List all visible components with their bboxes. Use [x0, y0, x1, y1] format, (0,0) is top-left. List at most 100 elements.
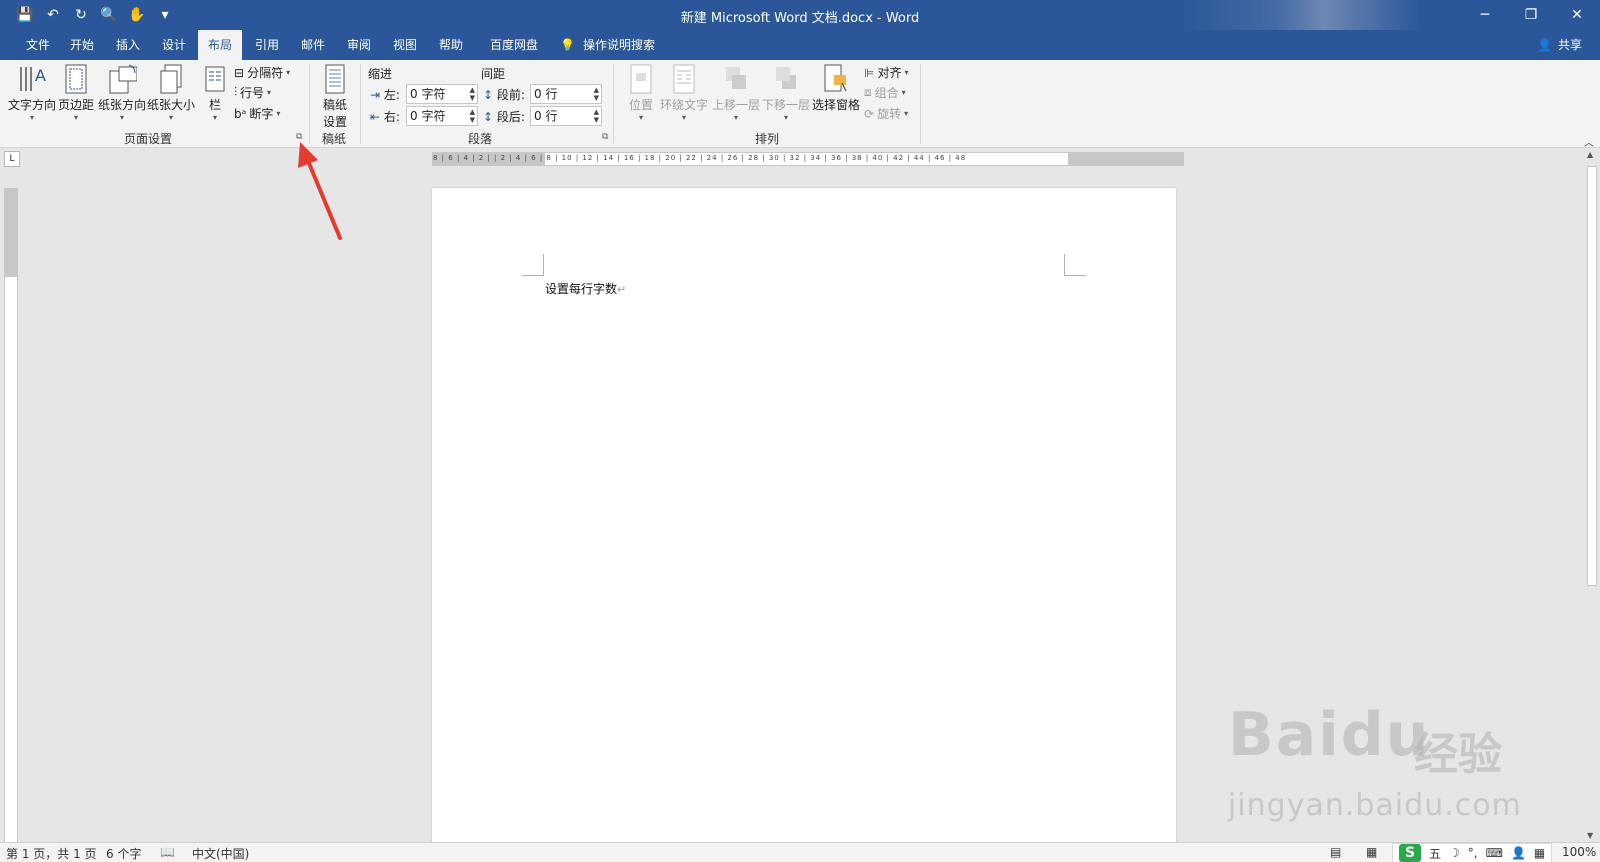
tab-references[interactable]: 引用 [245, 30, 289, 60]
size-button[interactable]: 纸张大小 ▾ [147, 62, 195, 122]
group-button[interactable]: ⧈ 组合 ▾ [864, 84, 906, 101]
person-icon: 👤 [1537, 38, 1552, 52]
collapse-ribbon-icon[interactable]: ︿ [1584, 134, 1594, 149]
scroll-thumb[interactable] [1587, 166, 1597, 586]
page-setup-dialog-launcher-icon[interactable]: ⧉ [296, 132, 306, 142]
keyboard-icon[interactable]: ⌨ [1486, 846, 1503, 860]
vertical-ruler[interactable] [4, 188, 18, 848]
document-page[interactable]: 设置每行字数↵ [432, 188, 1176, 848]
document-body[interactable]: 设置每行字数↵ [545, 280, 626, 297]
watermark-url: jingyan.baidu.com [1228, 788, 1522, 823]
breaks-button[interactable]: ⊟ 分隔符 ▾ [234, 64, 290, 81]
share-label: 共享 [1557, 38, 1582, 52]
chevron-down-icon: ▾ [169, 113, 174, 122]
tab-design[interactable]: 设计 [152, 30, 196, 60]
send-backward-button[interactable]: 下移一层 ▾ [762, 62, 810, 122]
bring-forward-button[interactable]: 上移一层 ▾ [712, 62, 760, 122]
page-count[interactable]: 第 1 页，共 1 页 [6, 845, 97, 862]
columns-button[interactable]: 栏 ▾ [200, 62, 230, 122]
wrap-text-label: 环绕文字 [660, 98, 709, 112]
tab-selector[interactable]: L [4, 151, 20, 167]
tab-view[interactable]: 视图 [383, 30, 427, 60]
group-icon: ⧈ [864, 85, 872, 99]
tab-layout[interactable]: 布局 [198, 30, 243, 60]
columns-label: 栏 [208, 98, 221, 112]
bring-forward-icon [721, 62, 751, 96]
zoom-level[interactable]: 100% [1562, 845, 1596, 859]
vertical-scrollbar[interactable]: ▲ ▼ [1584, 148, 1600, 842]
user-icon[interactable]: 👤 [1511, 846, 1526, 860]
wrap-text-button[interactable]: 环绕文字 ▾ [660, 62, 708, 122]
position-button[interactable]: 位置 ▾ [626, 62, 656, 122]
read-mode-icon[interactable]: ▤ [1330, 845, 1341, 859]
horizontal-ruler[interactable]: 8 | 6 | 4 | 2 | | 2 | 4 | 6 | 8 | 10 | 1… [432, 152, 1184, 166]
hyphenation-label: 断字 [249, 107, 274, 121]
tab-review[interactable]: 审阅 [337, 30, 381, 60]
language-status[interactable]: 中文(中国) [192, 845, 249, 862]
line-numbers-icon: ⫶ [234, 85, 238, 99]
draft-settings-button[interactable]: 稿纸 设置 [320, 62, 350, 130]
position-label: 位置 [628, 98, 653, 112]
spacing-after-label: ↕ 段后: [483, 108, 525, 125]
baidu-jingyan-watermark: Baidu 经验 jingyan.baidu.com [1228, 700, 1528, 830]
tab-insert[interactable]: 插入 [106, 30, 150, 60]
chevron-down-icon: ▾ [638, 113, 643, 122]
apps-icon[interactable]: ▦ [1534, 846, 1545, 860]
hyphenation-button[interactable]: bᵃ 断字 ▾ [234, 105, 280, 122]
spacing-before-label: ↕ 段前: [483, 86, 525, 103]
svg-text:A: A [35, 66, 46, 85]
line-numbers-button[interactable]: ⫶ 行号 ▾ [234, 84, 271, 101]
chevron-down-icon: ▾ [286, 68, 291, 77]
tab-baidu-netdisk[interactable]: 百度网盘 [480, 30, 548, 60]
indent-left-label: ⇥ 左: [370, 86, 400, 103]
paragraph-dialog-launcher-icon[interactable]: ⧉ [602, 132, 612, 142]
indent-left-input[interactable]: 0 字符 ▲ ▼ [406, 84, 478, 104]
align-button[interactable]: ⊫ 对齐 ▾ [864, 64, 908, 81]
word-count[interactable]: 6 个字 [106, 845, 141, 862]
tell-me-label: 操作说明搜索 [582, 38, 655, 52]
text-direction-button[interactable]: A 文字方向 ▾ [8, 62, 56, 122]
selection-pane-button[interactable]: 选择窗格 [812, 62, 860, 113]
rotate-button[interactable]: ⟳ 旋转 ▾ [864, 105, 908, 122]
orientation-button[interactable]: 纸张方向 ▾ [98, 62, 146, 122]
minimize-button[interactable]: ─ [1462, 0, 1508, 30]
tab-help[interactable]: 帮助 [429, 30, 473, 60]
spin-arrows-icon[interactable]: ▲ ▼ [470, 108, 475, 124]
share-button[interactable]: 👤 共享 [1537, 30, 1582, 60]
scroll-up-icon[interactable]: ▲ [1587, 150, 1593, 159]
scroll-down-icon[interactable]: ▼ [1587, 831, 1593, 840]
watermark-cn: 经验 [1414, 729, 1502, 780]
proofing-icon[interactable]: 📖 [160, 845, 175, 859]
group-divider [360, 64, 361, 144]
paragraph-mark: ↵ [617, 283, 627, 296]
restore-button[interactable]: ❐ [1508, 0, 1554, 30]
tab-mailings[interactable]: 邮件 [291, 30, 335, 60]
chevron-down-icon: ▾ [120, 113, 125, 122]
indent-left-value: 0 字符 [410, 87, 446, 101]
spin-arrows-icon[interactable]: ▲ ▼ [470, 86, 475, 102]
ime-mode[interactable]: 五 [1429, 845, 1441, 862]
draft-settings-label-2: 设置 [322, 115, 347, 129]
tab-home[interactable]: 开始 [60, 30, 104, 60]
chevron-down-icon: ▾ [734, 113, 739, 122]
tab-file[interactable]: 文件 [16, 30, 60, 60]
spacing-before-input[interactable]: 0 行 ▲ ▼ [530, 84, 602, 104]
print-layout-icon[interactable]: ▦ [1366, 845, 1377, 859]
margins-button[interactable]: 页边距 ▾ [58, 62, 94, 122]
sogou-logo-icon[interactable]: S [1399, 844, 1421, 862]
indent-right-input[interactable]: 0 字符 ▲ ▼ [406, 106, 478, 126]
spin-arrows-icon[interactable]: ▲ ▼ [594, 108, 599, 124]
close-button[interactable]: ✕ [1554, 0, 1600, 30]
hyphenation-icon: bᵃ [234, 106, 247, 121]
tell-me-search[interactable]: 💡 操作说明搜索 [560, 30, 655, 60]
chevron-down-icon: ▾ [30, 113, 35, 122]
paragraph-group-label: 段落 [468, 132, 493, 146]
spin-arrows-icon[interactable]: ▲ ▼ [594, 86, 599, 102]
indent-right-text: 右: [383, 110, 400, 124]
punctuation-icon[interactable]: °, [1468, 846, 1478, 860]
moon-icon[interactable]: ☽ [1449, 846, 1460, 860]
spacing-after-input[interactable]: 0 行 ▲ ▼ [530, 106, 602, 126]
window-controls: ─ ❐ ✕ [1462, 0, 1600, 30]
indent-heading: 缩进 [368, 67, 393, 81]
indent-left-text: 左: [383, 88, 400, 102]
